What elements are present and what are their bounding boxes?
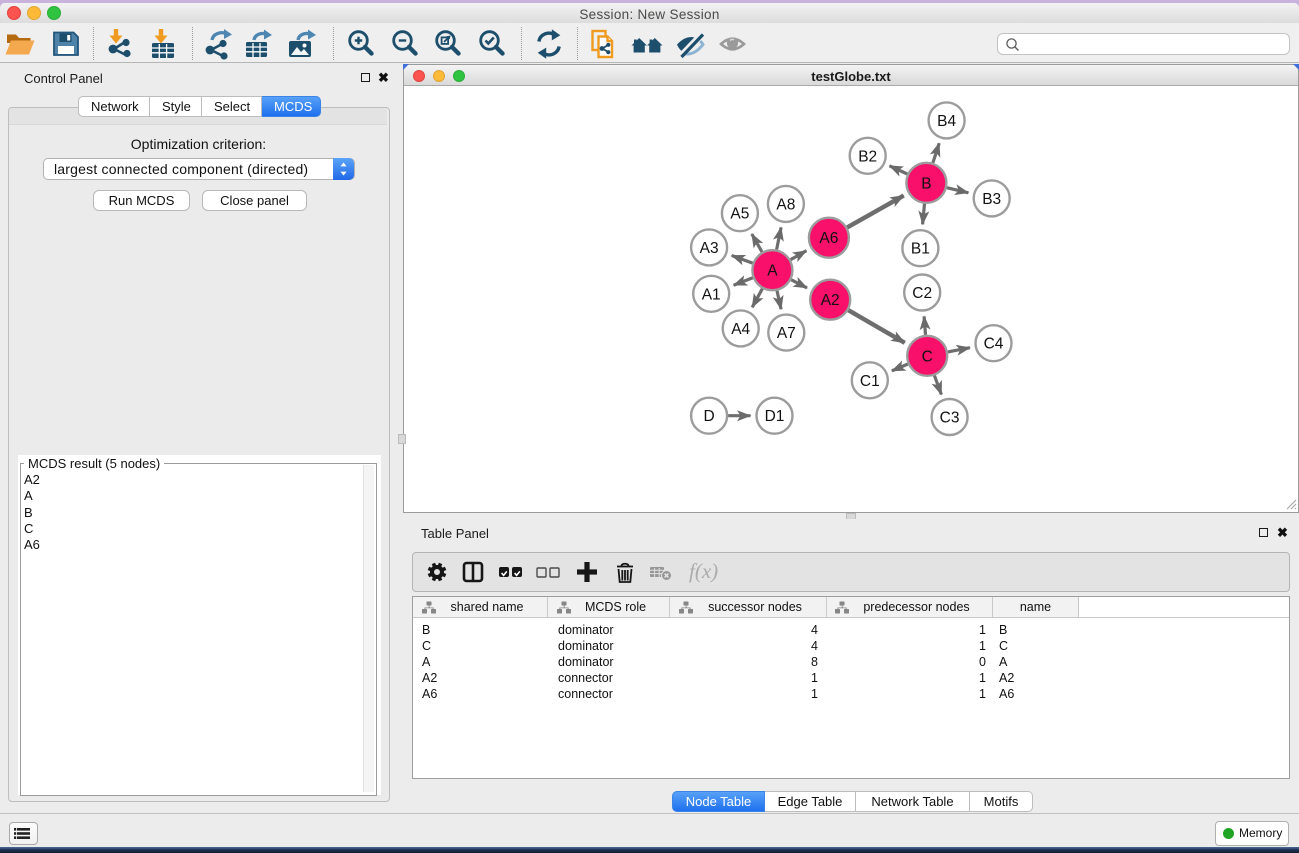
svg-text:B1: B1 — [911, 241, 930, 258]
svg-text:A: A — [767, 263, 778, 280]
svg-text:A5: A5 — [730, 206, 749, 223]
svg-text:D1: D1 — [765, 408, 785, 425]
svg-text:B4: B4 — [937, 113, 956, 130]
svg-text:A2: A2 — [821, 292, 840, 309]
svg-text:C1: C1 — [860, 373, 880, 390]
svg-text:B: B — [921, 175, 931, 192]
svg-text:A1: A1 — [702, 286, 721, 303]
svg-text:A4: A4 — [731, 321, 750, 338]
svg-text:C3: C3 — [940, 410, 960, 427]
svg-text:B2: B2 — [858, 148, 877, 165]
svg-text:C2: C2 — [912, 285, 932, 302]
svg-text:A3: A3 — [700, 240, 719, 257]
svg-text:D: D — [703, 408, 714, 425]
svg-text:A7: A7 — [777, 325, 796, 342]
svg-text:A6: A6 — [819, 230, 838, 247]
svg-text:C: C — [922, 348, 933, 365]
svg-text:A8: A8 — [776, 196, 795, 213]
svg-text:B3: B3 — [982, 191, 1001, 208]
svg-text:C4: C4 — [984, 336, 1004, 353]
